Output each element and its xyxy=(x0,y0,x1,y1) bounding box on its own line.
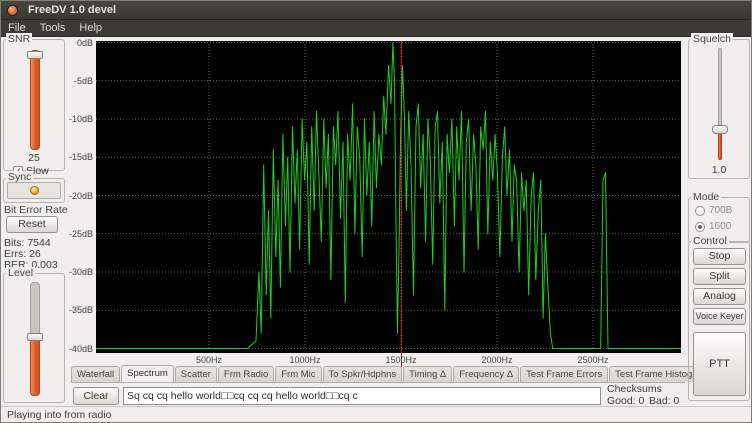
menu-tools[interactable]: Tools xyxy=(33,20,73,34)
y-axis-label: -5dB xyxy=(69,76,93,86)
y-axis-label: 0dB xyxy=(69,38,93,48)
squelch-label: Squelch xyxy=(691,33,733,45)
tab-frm-radio[interactable]: Frm Radio xyxy=(218,366,274,382)
x-axis-label: 500Hz xyxy=(184,355,234,365)
mode-radio-1600[interactable]: 1600 xyxy=(695,221,731,232)
status-bar: Playing into from radio xyxy=(1,406,751,423)
snr-slider-fill xyxy=(30,50,40,150)
level-label: Level xyxy=(6,267,35,279)
control-label: Control xyxy=(691,235,729,247)
x-axis-label: 2000Hz xyxy=(472,355,522,365)
plot-tabbar: WaterfallSpectrumScatterFrm RadioFrm Mic… xyxy=(71,367,685,383)
squelch-slider-thumb[interactable] xyxy=(712,125,728,134)
snr-group: SNR 25 ✓ Slow xyxy=(3,39,65,171)
level-group: Level xyxy=(3,273,65,403)
mode-option-label: 700B xyxy=(709,205,732,216)
y-axis-label: -35dB xyxy=(69,305,93,315)
ber-label: Bit Error Rate xyxy=(4,204,68,216)
y-axis-label: -20dB xyxy=(69,191,93,201)
y-axis-label: -15dB xyxy=(69,152,93,162)
x-axis-label: 1000Hz xyxy=(280,355,330,365)
squelch-slider-fill xyxy=(718,132,722,160)
reset-button[interactable]: Reset xyxy=(6,216,58,233)
tab-scatter[interactable]: Scatter xyxy=(175,366,217,382)
spectrum-plot[interactable] xyxy=(96,41,681,353)
squelch-value: 1.0 xyxy=(689,164,749,176)
tab-to-spkr-hdphns[interactable]: To Spkr/Hdphns xyxy=(323,366,403,382)
snr-label: SNR xyxy=(6,33,32,45)
tab-frm-mic[interactable]: Frm Mic xyxy=(275,366,321,382)
tab-frequency[interactable]: Frequency Δ xyxy=(453,366,519,382)
tx-text-input[interactable] xyxy=(123,387,601,405)
snr-slider[interactable] xyxy=(30,50,40,150)
radio-icon xyxy=(695,206,705,216)
menubar: FileToolsHelp xyxy=(1,20,751,37)
tab-waterfall[interactable]: Waterfall xyxy=(71,366,120,382)
level-slider[interactable] xyxy=(30,282,40,396)
snr-slider-thumb[interactable] xyxy=(27,51,43,59)
mode-option-label: 1600 xyxy=(709,221,731,232)
squelch-group: Squelch 1.0 xyxy=(688,39,750,179)
x-axis-label: 1500Hz xyxy=(376,355,426,365)
control-group: Control PTT StopSplitAnalogVoice Keyer xyxy=(688,241,750,401)
mode-label: Mode xyxy=(691,191,721,203)
y-axis-label: -10dB xyxy=(69,114,93,124)
y-axis-label: -25dB xyxy=(69,229,93,239)
titlebar[interactable]: FreeDV 1.0 devel xyxy=(1,1,751,20)
menu-help[interactable]: Help xyxy=(72,20,109,34)
tab-test-frame-errors[interactable]: Test Frame Errors xyxy=(520,366,608,382)
window-title: FreeDV 1.0 devel xyxy=(28,4,116,16)
tab-spectrum[interactable]: Spectrum xyxy=(121,365,174,382)
sync-group: Sync xyxy=(3,178,65,203)
sync-led-icon xyxy=(30,186,39,195)
sync-led-well xyxy=(7,182,61,199)
close-icon[interactable] xyxy=(7,5,18,16)
y-axis-label: -40dB xyxy=(69,344,93,354)
menu-file[interactable]: File xyxy=(1,20,33,34)
snr-value: 25 xyxy=(4,152,64,164)
clear-button[interactable]: Clear xyxy=(73,387,119,405)
freedv-window: FreeDV 1.0 devel FileToolsHelp SNR 25 ✓ … xyxy=(0,0,752,423)
stop-button[interactable]: Stop xyxy=(693,248,746,265)
main-panel: WaterfallSpectrumScatterFrm RadioFrm Mic… xyxy=(69,37,687,406)
x-axis-label: 2500Hz xyxy=(568,355,618,365)
level-slider-fill xyxy=(30,338,40,396)
squelch-slider[interactable] xyxy=(718,48,722,160)
checksums-label: Checksums xyxy=(607,383,662,395)
mode-radio-700b[interactable]: 700B xyxy=(695,205,732,216)
ptt-button[interactable]: PTT xyxy=(693,332,746,396)
radio-icon xyxy=(695,222,705,232)
spectrum-trace xyxy=(96,41,681,353)
y-axis-label: -30dB xyxy=(69,267,93,277)
analog-button[interactable]: Analog xyxy=(693,288,746,305)
split-button[interactable]: Split xyxy=(693,268,746,285)
level-slider-thumb[interactable] xyxy=(27,333,43,341)
voice-keyer-button[interactable]: Voice Keyer xyxy=(693,308,746,325)
tab-timing[interactable]: Timing Δ xyxy=(403,366,452,382)
